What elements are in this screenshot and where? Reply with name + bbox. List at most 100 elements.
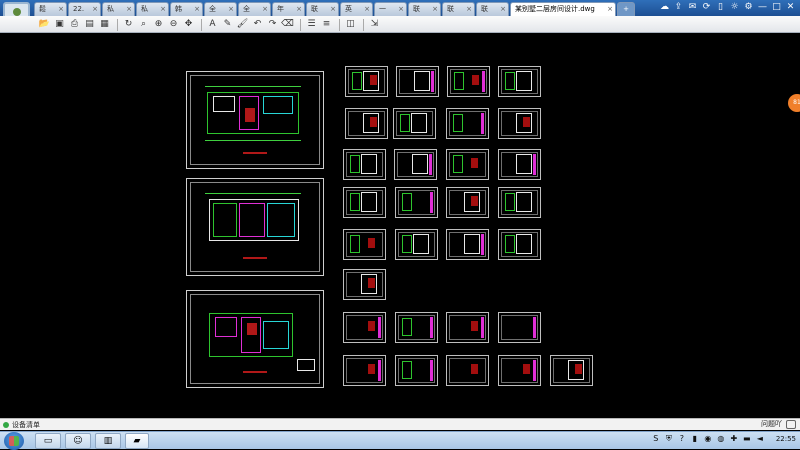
rotate-icon[interactable]: ↻ <box>122 18 135 31</box>
close-icon[interactable]: × <box>296 3 302 16</box>
close-icon[interactable]: × <box>330 3 336 16</box>
text-tool-icon[interactable]: A <box>206 18 219 31</box>
tab-1[interactable]: 22. × <box>68 2 101 16</box>
cloud-icon[interactable]: ☁ <box>659 2 670 13</box>
section-thumbnail[interactable] <box>498 312 541 343</box>
tab-5[interactable]: 全 × <box>204 2 237 16</box>
file-explorer-icon[interactable]: ▭ <box>35 433 61 449</box>
battery-icon[interactable]: ▬ <box>742 434 752 444</box>
mic-icon[interactable]: ◍ <box>716 434 726 444</box>
tab-10[interactable]: 一 × <box>374 2 407 16</box>
open-folder-icon[interactable]: 📂 <box>38 18 51 31</box>
export-pdf-icon[interactable]: ▤ <box>83 18 96 31</box>
sun-icon[interactable]: ☼ <box>729 2 740 13</box>
minimize-icon[interactable]: — <box>757 2 768 13</box>
zoom-out-icon[interactable]: ⊖ <box>167 18 180 31</box>
tab-3[interactable]: 私 × <box>136 2 169 16</box>
elevation-thumbnail[interactable] <box>343 187 386 218</box>
section-thumbnail[interactable] <box>395 312 438 343</box>
elevation-thumbnail[interactable] <box>498 108 541 139</box>
chat-icon[interactable]: ✉ <box>687 2 698 13</box>
elevation-thumbnail[interactable] <box>498 149 541 180</box>
chat-icon[interactable] <box>786 419 796 429</box>
maximize-icon[interactable]: □ <box>771 2 782 13</box>
elevation-thumbnail[interactable] <box>498 229 541 260</box>
redo-icon[interactable]: ↷ <box>266 18 279 31</box>
tab-9[interactable]: 英 × <box>340 2 373 16</box>
close-icon[interactable]: × <box>194 3 200 16</box>
tab-6[interactable]: 全 × <box>238 2 271 16</box>
floating-badge[interactable]: 81 <box>788 94 800 112</box>
tab-0[interactable]: 鬆 × <box>34 2 67 16</box>
image-export-icon[interactable]: ▦ <box>98 18 111 31</box>
stack-icon[interactable]: ◫ <box>344 18 357 31</box>
cad-viewer-icon[interactable]: ▰ <box>125 433 149 449</box>
floor-plan-sheet[interactable] <box>186 71 324 169</box>
chat-tray-icon[interactable]: ◉ <box>703 434 713 444</box>
section-thumbnail[interactable] <box>446 312 489 343</box>
elevation-thumbnail[interactable] <box>447 66 490 97</box>
zoom-window-icon[interactable]: ⌕ <box>137 18 150 31</box>
layers-icon[interactable]: ☰ <box>305 18 318 31</box>
share-icon[interactable]: ⇪ <box>673 2 684 13</box>
close-icon[interactable]: × <box>607 3 613 16</box>
elevation-thumbnail[interactable] <box>446 229 489 260</box>
close-icon[interactable]: × <box>398 3 404 16</box>
new-tab-button[interactable]: + <box>617 2 635 16</box>
help-icon[interactable]: ? <box>677 434 687 444</box>
tab-12[interactable]: 联 × <box>442 2 475 16</box>
close-icon[interactable]: × <box>126 3 132 16</box>
settings-icon[interactable]: ⚙ <box>743 2 754 13</box>
drawing-canvas[interactable]: 81 <box>0 34 800 418</box>
elevation-thumbnail[interactable] <box>343 149 386 180</box>
status-left[interactable]: 设备清单 <box>3 420 40 430</box>
close-icon[interactable]: × <box>432 3 438 16</box>
close-icon[interactable]: × <box>262 3 268 16</box>
tab-7[interactable]: 年 × <box>272 2 305 16</box>
section-thumbnail[interactable] <box>343 355 386 386</box>
update-icon[interactable]: ✚ <box>729 434 739 444</box>
section-thumbnail[interactable] <box>395 355 438 386</box>
network-icon[interactable]: ▮ <box>690 434 700 444</box>
close-icon[interactable]: × <box>228 3 234 16</box>
user-app-icon[interactable]: ☺ <box>65 433 91 449</box>
section-thumbnail[interactable] <box>498 355 541 386</box>
elevation-thumbnail[interactable] <box>395 229 438 260</box>
tab-active-drawing[interactable]: 某别墅二层房间设计.dwg × <box>510 2 616 16</box>
books-app-icon[interactable]: ▥ <box>95 433 121 449</box>
tab-11[interactable]: 联 × <box>408 2 441 16</box>
close-icon[interactable]: × <box>92 3 98 16</box>
elevation-thumbnail[interactable] <box>446 149 489 180</box>
elevation-thumbnail[interactable] <box>498 187 541 218</box>
pan-icon[interactable]: ✥ <box>182 18 195 31</box>
volume-icon[interactable]: ◄ <box>755 434 765 444</box>
sync-icon[interactable]: ⟳ <box>701 2 712 13</box>
close-icon[interactable]: × <box>160 3 166 16</box>
elevation-thumbnail[interactable] <box>345 108 388 139</box>
elevation-thumbnail[interactable] <box>396 66 439 97</box>
security-icon[interactable]: ⛨ <box>664 434 674 444</box>
clock[interactable]: 22:55 <box>776 435 796 443</box>
elevation-thumbnail[interactable] <box>446 108 489 139</box>
close-icon[interactable]: × <box>466 3 472 16</box>
elevation-thumbnail[interactable] <box>395 187 438 218</box>
start-button[interactable] <box>4 432 24 450</box>
tab-13[interactable]: 联 × <box>476 2 509 16</box>
elevation-thumbnail[interactable] <box>446 187 489 218</box>
close-icon[interactable]: × <box>364 3 370 16</box>
status-right-label[interactable]: 问题吖 <box>761 419 782 429</box>
linetype-icon[interactable]: ≡ <box>320 18 333 31</box>
input-method-icon[interactable]: S <box>651 434 661 444</box>
save-icon[interactable]: ▣ <box>53 18 66 31</box>
elevation-thumbnail[interactable] <box>343 229 386 260</box>
elevation-thumbnail[interactable] <box>394 149 437 180</box>
eraser-icon[interactable]: ⌫ <box>281 18 294 31</box>
brush-icon[interactable]: 🖌 <box>236 18 249 31</box>
elevation-thumbnail[interactable] <box>345 66 388 97</box>
section-thumbnail[interactable] <box>550 355 593 386</box>
zoom-in-icon[interactable]: ⊕ <box>152 18 165 31</box>
elevation-thumbnail[interactable] <box>393 108 436 139</box>
section-thumbnail[interactable] <box>446 355 489 386</box>
floor-plan-sheet[interactable] <box>186 178 324 276</box>
tab-2[interactable]: 私 × <box>102 2 135 16</box>
